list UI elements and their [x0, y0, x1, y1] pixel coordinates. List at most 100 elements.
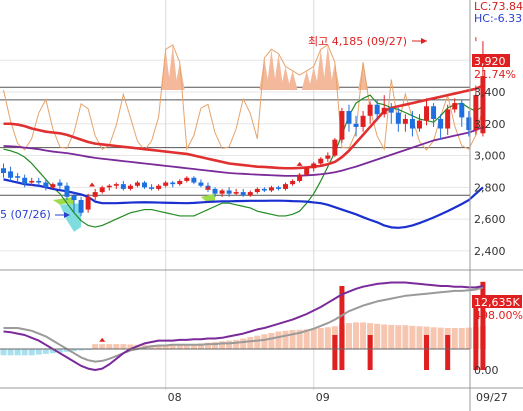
oscillator-bar: [437, 327, 444, 349]
candle-body: [360, 115, 366, 127]
oscillator-bar: [388, 324, 395, 349]
y-tick-label: 3,400: [474, 86, 506, 99]
candle-body: [367, 104, 373, 116]
volume-bar: [445, 335, 451, 370]
candle-body: [431, 106, 437, 119]
volume-bar: [332, 335, 338, 370]
oscillator-bar: [21, 349, 28, 356]
volume-bar: [367, 335, 373, 370]
oscillator-bar: [120, 344, 127, 349]
oscillator-bar: [35, 349, 42, 355]
candle-body: [8, 171, 14, 178]
oscillator-bar: [14, 349, 21, 356]
oscillator-bar: [92, 344, 99, 349]
x-tick-label-last: 09/27: [476, 391, 508, 404]
candle-body: [15, 176, 21, 178]
change-percent: 21.74%: [474, 68, 516, 81]
candle-body: [254, 188, 260, 193]
oscillator-bar: [317, 328, 324, 349]
chart-canvas: 3,6003,4003,2003,0002,8002,6002,40008090…: [0, 0, 523, 411]
oscillator-bar: [451, 328, 458, 349]
oscillator-bar: [42, 349, 49, 354]
oscillator-bar: [7, 349, 14, 356]
volume-zero-label: 0.00: [474, 364, 499, 377]
candle-body: [113, 184, 119, 186]
candle-body: [57, 182, 63, 186]
candle-body: [134, 182, 140, 186]
candle-body: [304, 168, 310, 175]
candle-body: [71, 195, 77, 201]
volume-bar: [339, 286, 345, 370]
y-tick-label: 2,600: [474, 213, 506, 226]
candle-body: [149, 187, 155, 189]
candle-body: [198, 182, 204, 186]
oscillator-bar: [353, 322, 360, 349]
candle-body: [184, 177, 190, 181]
candle-body: [445, 109, 451, 129]
candle-body: [261, 188, 267, 191]
oscillator-bar: [99, 344, 106, 349]
oscillator-bar: [402, 325, 409, 349]
candle-body: [409, 118, 415, 129]
candle-body: [395, 112, 401, 124]
candle-body: [163, 182, 169, 186]
candle-body: [106, 185, 112, 188]
oscillator-bar: [268, 332, 275, 349]
candle-body: [191, 177, 197, 183]
oscillator-bar: [374, 323, 381, 349]
oscillator-bar: [360, 322, 367, 349]
candle-body: [22, 177, 28, 185]
oscillator-bar: [28, 349, 35, 356]
candle-body: [381, 107, 387, 115]
oscillator-bar: [381, 324, 388, 349]
last-price-value: 3,920: [474, 55, 506, 68]
candle-body: [402, 118, 408, 124]
candle-body: [297, 174, 303, 181]
candle-body: [466, 117, 472, 131]
candle-body: [311, 163, 317, 169]
low-price-label: 5 (07/26): [0, 208, 51, 221]
oscillator-bar: [113, 344, 120, 349]
candle-body: [275, 187, 281, 189]
candle-body: [452, 103, 458, 110]
volume-bar: [424, 335, 430, 370]
oscillator-bar: [261, 334, 268, 349]
oscillator-bar: [275, 331, 282, 349]
candle-body: [268, 187, 274, 191]
candle-body: [50, 184, 56, 188]
oscillator-bar: [282, 330, 289, 349]
stock-chart: 3,6003,4003,2003,0002,8002,6002,40008090…: [0, 0, 523, 411]
oscillator-bar: [0, 349, 7, 356]
candle-body: [247, 192, 253, 196]
y-tick-label: 2,800: [474, 181, 506, 194]
y-tick-label: 3,000: [474, 150, 506, 163]
candle-body: [64, 185, 70, 197]
oscillator-bar: [409, 325, 416, 349]
candle-body: [388, 107, 394, 113]
candle-body: [318, 158, 324, 164]
volume-badge: 12,635K 498.00%: [472, 295, 523, 322]
high-price-label: 최고 4,185 (09/27): [308, 35, 407, 48]
volume-percent: 498.00%: [474, 309, 523, 322]
last-price-badge: 3,920 21.74%: [472, 54, 516, 81]
oscillator-bar: [458, 328, 465, 349]
candle-body: [332, 139, 338, 156]
volume-value: 12,635K: [474, 296, 520, 309]
x-tick-label: 09: [316, 391, 330, 404]
candle-body: [416, 120, 422, 129]
candle-body: [438, 118, 444, 129]
candle-body: [177, 180, 183, 185]
candle-body: [346, 111, 352, 124]
candle-body: [290, 180, 296, 185]
oscillator-bar: [106, 344, 113, 349]
candle-body: [142, 182, 148, 188]
y-tick-label: 2,400: [474, 245, 506, 258]
oscillator-bar: [416, 326, 423, 349]
oscillator-bar: [254, 335, 261, 349]
candle-body: [226, 190, 232, 194]
candle-body: [99, 187, 105, 193]
candle-body: [283, 184, 289, 189]
candle-body: [1, 168, 7, 174]
candle-body: [459, 103, 465, 118]
header-hc: HC:-6.33: [474, 12, 522, 25]
